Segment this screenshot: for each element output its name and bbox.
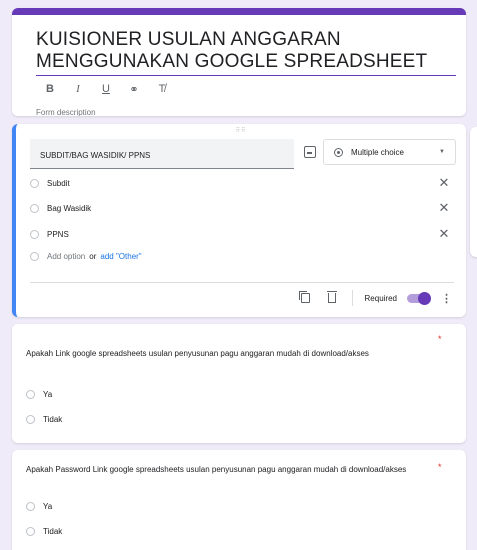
add-option-row: Add option or add "Other" bbox=[30, 249, 450, 263]
bold-icon[interactable]: B bbox=[44, 83, 56, 96]
radio-icon bbox=[30, 203, 39, 213]
radio-icon bbox=[30, 251, 39, 261]
option-row[interactable]: Tidak bbox=[26, 524, 446, 538]
question-card-active[interactable]: ⠿⠿ SUBDIT/BAG WASIDIK/ PPNS Multiple cho… bbox=[12, 124, 466, 317]
form-title-card[interactable]: KUISIONER USULAN ANGGARAN MENGGUNAKAN GO… bbox=[12, 8, 466, 116]
duplicate-icon[interactable] bbox=[298, 291, 310, 303]
close-icon[interactable]: ✕ bbox=[438, 226, 450, 242]
option-row[interactable]: Tidak bbox=[26, 412, 446, 426]
required-asterisk: * bbox=[438, 334, 442, 344]
add-other-link[interactable]: add "Other" bbox=[100, 252, 141, 261]
link-icon[interactable]: ⚭ bbox=[128, 83, 140, 96]
radio-checked-icon bbox=[334, 147, 343, 157]
question-footer-toolbar: Required ⋮ bbox=[298, 289, 452, 307]
format-toolbar: B I U ⚭ T̸ bbox=[44, 83, 168, 96]
drag-handle-icon[interactable]: ⠿⠿ bbox=[236, 127, 247, 134]
close-icon[interactable]: ✕ bbox=[438, 200, 450, 216]
italic-icon[interactable]: I bbox=[72, 83, 84, 96]
radio-icon[interactable] bbox=[26, 526, 35, 536]
radio-icon bbox=[30, 229, 39, 239]
question-title: Apakah Link google spreadsheets usulan p… bbox=[26, 349, 369, 358]
title-underline bbox=[36, 75, 456, 76]
question-card[interactable]: * Apakah Link google spreadsheets usulan… bbox=[12, 324, 466, 443]
option-label: Tidak bbox=[43, 526, 63, 536]
option-row[interactable]: PPNS ✕ bbox=[30, 226, 450, 242]
floating-toolbar-panel[interactable] bbox=[470, 127, 477, 257]
radio-icon[interactable] bbox=[26, 389, 35, 399]
divider bbox=[30, 282, 454, 283]
trash-icon[interactable] bbox=[326, 291, 337, 303]
form-description-field[interactable]: Form description bbox=[36, 108, 96, 116]
question-type-select[interactable]: Multiple choice ▼ bbox=[323, 139, 456, 165]
question-type-label: Multiple choice bbox=[351, 147, 404, 157]
form-title[interactable]: KUISIONER USULAN ANGGARAN MENGGUNAKAN GO… bbox=[36, 29, 456, 73]
caret-down-icon: ▼ bbox=[439, 149, 445, 155]
option-row[interactable]: Ya bbox=[26, 387, 446, 401]
option-label: Tidak bbox=[43, 414, 63, 424]
question-title: Apakah Password Link google spreadsheets… bbox=[26, 465, 407, 474]
option-row[interactable]: Bag Wasidik ✕ bbox=[30, 200, 450, 216]
question-title-input[interactable]: SUBDIT/BAG WASIDIK/ PPNS bbox=[30, 139, 294, 169]
add-image-icon[interactable] bbox=[304, 146, 316, 158]
more-vert-icon[interactable]: ⋮ bbox=[441, 292, 452, 305]
close-icon[interactable]: ✕ bbox=[438, 175, 450, 191]
required-toggle[interactable] bbox=[407, 291, 431, 305]
clear-format-icon[interactable]: T̸ bbox=[156, 83, 168, 96]
underline-icon[interactable]: U bbox=[100, 83, 112, 96]
question-card[interactable]: * Apakah Password Link google spreadshee… bbox=[12, 450, 466, 550]
radio-icon[interactable] bbox=[26, 501, 35, 511]
divider bbox=[351, 290, 353, 306]
option-label: Ya bbox=[43, 389, 53, 399]
option-row[interactable]: Ya bbox=[26, 499, 446, 513]
add-option-button[interactable]: Add option bbox=[47, 252, 85, 261]
radio-icon[interactable] bbox=[26, 414, 35, 424]
option-label[interactable]: Bag Wasidik bbox=[47, 204, 438, 213]
option-label: Ya bbox=[43, 501, 53, 511]
option-label[interactable]: PPNS bbox=[47, 230, 438, 239]
or-label: or bbox=[89, 251, 97, 261]
option-row[interactable]: Subdit ✕ bbox=[30, 175, 450, 191]
option-label[interactable]: Subdit bbox=[47, 179, 438, 188]
radio-icon bbox=[30, 178, 39, 188]
required-label: Required bbox=[364, 293, 397, 303]
required-asterisk: * bbox=[438, 462, 442, 472]
